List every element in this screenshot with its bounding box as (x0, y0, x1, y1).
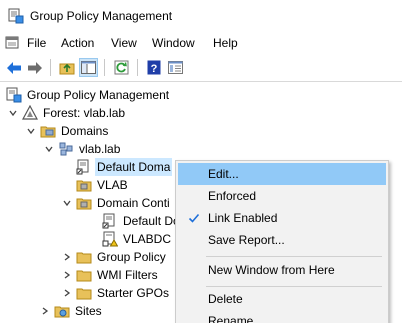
tree-item-domain-controllers[interactable]: Domain Conti (62, 194, 172, 212)
menu-separator (206, 256, 382, 257)
up-folder-icon (59, 63, 74, 74)
ctx-new-window-label: New Window from Here (208, 263, 335, 277)
ctx-edit[interactable]: Edit... (178, 163, 386, 185)
tree-label: WMI Filters (97, 268, 158, 282)
ctx-enforced-label: Enforced (208, 189, 257, 203)
ctx-link-enabled[interactable]: Link Enabled (178, 207, 386, 229)
tree-label: Forest: vlab.lab (43, 106, 126, 120)
ou-icon (76, 180, 92, 192)
tree-label: Group Policy Management (27, 88, 170, 102)
help-button[interactable]: ? (144, 58, 163, 77)
menu-view[interactable]: View (111, 36, 137, 50)
context-menu: Edit... Enforced Link Enabled Save Repor… (175, 160, 389, 323)
back-icon (6, 61, 21, 74)
gpo-link-warning-icon (102, 231, 118, 247)
ctx-delete-label: Delete (208, 292, 243, 306)
ctx-rename-label: Rename (208, 314, 254, 323)
tree-item-wmi-filters[interactable]: WMI Filters (62, 266, 160, 284)
gpo-link-icon (102, 213, 115, 229)
chevron-down-icon[interactable] (44, 144, 54, 154)
show-hide-tree-button[interactable] (79, 58, 98, 77)
gpm-console-icon (6, 87, 22, 103)
checkmark-icon (188, 213, 200, 223)
tree-label: vlab.lab (79, 142, 121, 156)
tree-item-forest[interactable]: Forest: vlab.lab (8, 104, 127, 122)
forward-button[interactable] (25, 58, 44, 77)
tree-item-sites[interactable]: Sites (40, 302, 104, 320)
ctx-rename[interactable]: Rename (178, 310, 386, 323)
domains-folder-icon (40, 126, 56, 138)
tree-item-default-dc-policy[interactable]: Default Do (102, 212, 182, 230)
toolbar-divider (0, 81, 402, 82)
refresh-button[interactable] (112, 58, 131, 77)
ctx-save-report[interactable]: Save Report... (178, 229, 386, 251)
menu-bar: File Action View Window Help (0, 32, 402, 54)
folder-icon (76, 270, 92, 282)
menu-separator (206, 286, 382, 287)
tree-label: Domain Conti (97, 196, 170, 210)
help-icon: ? (147, 60, 160, 75)
toolbar: ? (0, 55, 402, 80)
toolbar-separator (104, 59, 105, 76)
ou-icon (76, 198, 92, 210)
title-bar: Group Policy Management (0, 0, 402, 32)
chevron-down-icon[interactable] (62, 198, 72, 208)
toolbar-separator (50, 59, 51, 76)
chevron-down-icon[interactable] (26, 126, 36, 136)
folder-icon (76, 252, 92, 264)
ctx-save-report-label: Save Report... (208, 233, 285, 247)
tree-item-group-policy-objects[interactable]: Group Policy (62, 248, 168, 266)
ctx-link-enabled-label: Link Enabled (208, 211, 278, 225)
gpm-app-icon (8, 8, 24, 24)
up-one-level-button[interactable] (57, 58, 76, 77)
tree-label: Default Do (123, 214, 180, 228)
tree-label-selected: Default Doma (95, 158, 173, 176)
console-menu-icon[interactable] (5, 36, 20, 50)
folder-icon (76, 288, 92, 300)
domain-icon (59, 142, 73, 156)
chevron-right-icon[interactable] (62, 288, 72, 298)
tree-label: VLAB (97, 178, 128, 192)
chevron-right-icon[interactable] (40, 306, 50, 316)
chevron-right-icon[interactable] (62, 252, 72, 262)
ctx-enforced[interactable]: Enforced (178, 185, 386, 207)
window-title: Group Policy Management (30, 9, 173, 23)
gpo-link-icon (76, 159, 89, 175)
forward-icon (27, 61, 42, 74)
chevron-down-icon[interactable] (8, 108, 18, 118)
forest-icon (22, 105, 38, 120)
tree-label: Domains (61, 124, 109, 138)
properties-button[interactable] (166, 58, 185, 77)
menu-window[interactable]: Window (152, 36, 195, 50)
menu-file[interactable]: File (27, 36, 46, 50)
tree-item-vlab[interactable]: VLAB (76, 176, 130, 194)
chevron-right-icon[interactable] (62, 270, 72, 280)
refresh-icon (114, 60, 129, 75)
back-button[interactable] (4, 58, 23, 77)
tree-item-vlabdc[interactable]: VLABDC (102, 230, 173, 248)
ctx-delete[interactable]: Delete (178, 288, 386, 310)
svg-text:?: ? (150, 63, 157, 75)
tree-item-root[interactable]: Group Policy Management (6, 86, 171, 104)
tree-label: Group Policy (97, 250, 166, 264)
tree-label: Starter GPOs (97, 286, 170, 300)
menu-action[interactable]: Action (61, 36, 94, 50)
sites-icon (54, 306, 70, 318)
ctx-new-window[interactable]: New Window from Here (178, 259, 386, 281)
tree-item-domain[interactable]: vlab.lab (44, 140, 122, 158)
tree-item-domains[interactable]: Domains (26, 122, 110, 140)
ctx-edit-label: Edit... (208, 167, 239, 181)
tree-item-starter-gpos[interactable]: Starter GPOs (62, 284, 171, 302)
tree-label: Sites (75, 304, 102, 318)
menu-help[interactable]: Help (213, 36, 238, 50)
toolbar-separator (137, 59, 138, 76)
tree-item-default-domain-policy[interactable]: Default Doma (76, 158, 173, 176)
properties-icon (168, 61, 183, 74)
show-hide-tree-icon (81, 61, 96, 74)
tree-label: VLABDC (123, 232, 172, 246)
